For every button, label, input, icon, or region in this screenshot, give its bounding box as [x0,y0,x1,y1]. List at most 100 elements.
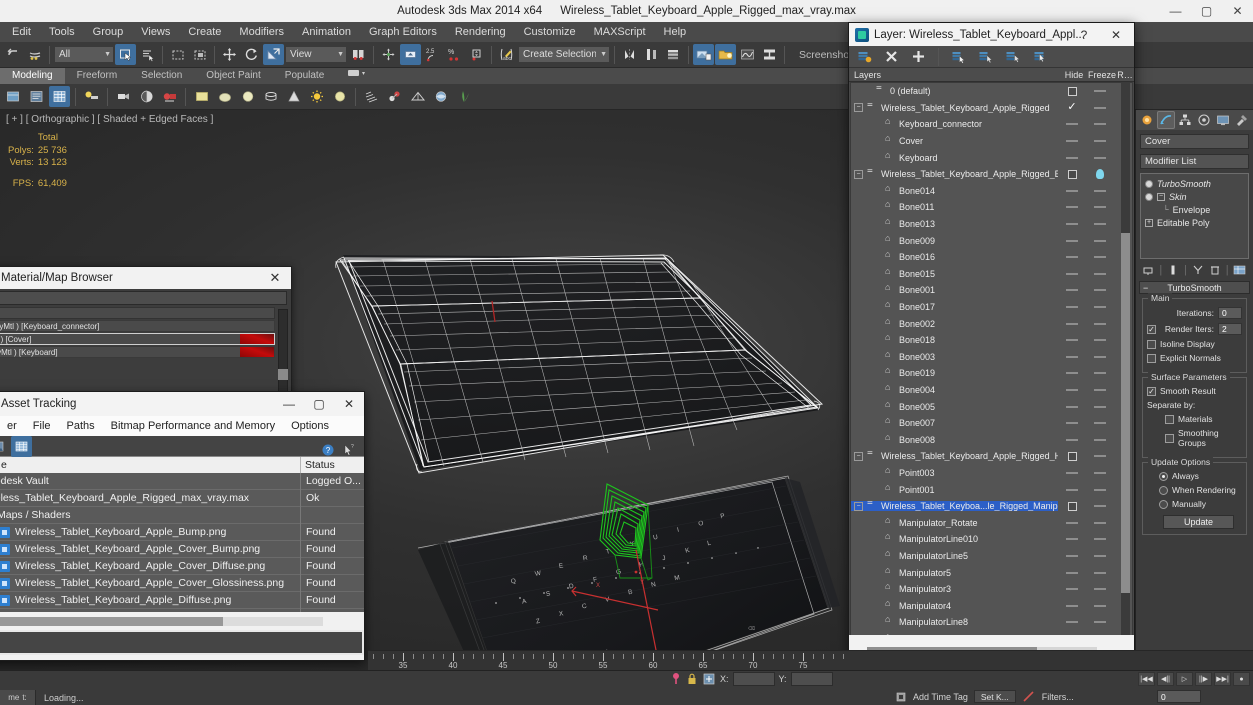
smoothing-groups-checkbox[interactable] [1165,433,1174,443]
hide-cell[interactable] [1058,538,1086,541]
hide-dash[interactable] [1066,206,1078,209]
modifier-enable-icon[interactable] [1145,192,1153,201]
hide-checkbox[interactable] [1067,501,1077,511]
freeze-cell[interactable] [1086,223,1114,226]
layer-row[interactable]: ManipulatorLine5 [851,548,1132,565]
tab-modify[interactable] [1157,111,1175,129]
asset-menu-er[interactable]: er [0,420,25,432]
freeze-cell[interactable] [1086,438,1114,441]
hide-dash[interactable] [1066,123,1078,126]
ribbon-tab-selection[interactable]: Selection [129,68,194,84]
create-new-layer-icon[interactable] [854,46,875,67]
highlight-selected-objects-icon[interactable] [975,46,996,67]
freeze-cell[interactable] [1086,206,1114,209]
tab-display[interactable] [1214,111,1232,129]
freeze-cell[interactable] [1086,123,1114,126]
hide-dash[interactable] [1066,306,1078,309]
freeze-dash[interactable] [1094,372,1106,375]
lights-icon[interactable] [81,86,102,107]
material-list-item[interactable]: ver ( VRayMtl ) [Cover] [0,333,275,345]
hide-cell[interactable] [1058,156,1086,159]
key-mode-icon[interactable] [670,672,682,686]
tab-motion[interactable] [1195,111,1213,129]
turbosmooth-rollup[interactable]: − TurboSmooth Main Iterations: 0 ✓ Rende… [1139,281,1250,535]
layer-row[interactable]: 0 (default) [851,83,1132,100]
layer-row[interactable]: Manipulator5 [851,564,1132,581]
hide-dash[interactable] [1066,571,1078,574]
asset-menu-options[interactable]: Options [283,420,337,432]
freeze-dash[interactable] [1094,272,1106,275]
freeze-cell[interactable] [1086,488,1114,491]
hide-cell[interactable] [1058,272,1086,275]
asset-row[interactable]: 3Wireless_Tablet_Keyboard_Apple_Rigged_m… [0,489,364,507]
freeze-cell[interactable] [1086,239,1114,242]
material-browser-scrollbar[interactable] [278,309,288,394]
maximize-button[interactable]: ▢ [304,392,334,416]
hide-cell[interactable] [1058,604,1086,607]
layer-row[interactable]: − Wireless_Tablet_Keyboard_Apple_Rigged_B… [851,166,1132,183]
align-icon[interactable] [641,44,662,65]
layer-row[interactable]: Bone008 [851,431,1132,448]
materials-checkbox[interactable] [1165,414,1174,424]
asset-tracking-hscroll-thumb[interactable] [0,617,223,626]
object-name-field[interactable]: Cover [1140,134,1249,149]
layer-row[interactable]: ManipulatorLine010 [851,531,1132,548]
freeze-cell[interactable] [1086,372,1114,375]
hide-cell[interactable] [1058,355,1086,358]
hide-cell[interactable] [1058,451,1086,461]
freeze-cell[interactable] [1086,422,1114,425]
x-field[interactable] [732,672,775,686]
select-and-manipulate-icon[interactable] [378,44,399,65]
column-header-freeze[interactable]: Freeze [1088,70,1116,80]
layer-row[interactable]: ManipulatorLine8 [851,614,1132,631]
hide-dash[interactable] [1066,140,1078,143]
update-option-radio[interactable] [1159,485,1168,495]
tab-create[interactable] [1138,111,1156,129]
explicit-normals-checkbox[interactable] [1147,353,1156,363]
hide-dash[interactable] [1066,621,1078,624]
select-layer-objects-icon[interactable] [948,46,969,67]
menu-item-rendering[interactable]: Rendering [446,22,515,42]
edit-named-selection-sets-icon[interactable]: abc [496,44,517,65]
freeze-dash[interactable] [1094,306,1106,309]
expand-collapse-icon[interactable]: − [854,501,863,511]
freeze-dash[interactable] [1094,505,1106,508]
help-button[interactable]: ? [1068,23,1100,46]
hide-dash[interactable] [1066,372,1078,375]
grid-panel-icon[interactable] [49,86,70,107]
maximize-button[interactable]: ▢ [1191,0,1222,22]
asset-row[interactable]: Wireless_Tablet_Keyboard_Apple_Cover_Dif… [0,557,364,575]
hide-dash[interactable] [1066,223,1078,226]
hide-checkbox[interactable] [1067,451,1077,461]
asset-row[interactable]: Autodesk Vault Logged O... [0,472,364,490]
key-mode-toggle-icon[interactable]: ● [1233,672,1250,686]
hide-cell[interactable] [1058,588,1086,591]
tab-hierarchy[interactable] [1176,111,1194,129]
freeze-cell[interactable] [1086,538,1114,541]
asset-menu-file[interactable]: File [25,420,59,432]
hide-cell[interactable] [1058,339,1086,342]
rectangular-select-region-icon[interactable] [167,44,188,65]
hide-cell[interactable] [1058,372,1086,375]
modifier-stack-item[interactable]: TurboSmooth [1141,177,1248,190]
hide-dash[interactable] [1066,388,1078,391]
menu-item-customize[interactable]: Customize [515,22,585,42]
make-unique-icon[interactable] [1192,264,1204,276]
tube-primitive-icon[interactable] [260,86,281,107]
collapse-icon[interactable]: − [1157,192,1165,201]
cylinder-primitive-icon[interactable] [237,86,258,107]
hide-dash[interactable] [1066,289,1078,292]
next-frame-icon[interactable]: ||▶ [1195,672,1212,686]
layer-list[interactable]: 0 (default) − Wireless_Tablet_Keyboard_App… [850,82,1133,658]
add-time-tag-label[interactable]: Add Time Tag [913,692,968,702]
layer-row[interactable]: − Wireless_Tablet_Keyboard_Apple_Rigged_H… [851,448,1132,465]
schematic-view-icon[interactable] [759,44,780,65]
smooth-result-checkbox[interactable]: ✓ [1147,386,1156,396]
foliage-icon[interactable] [453,86,474,107]
render-setup-icon[interactable] [159,86,180,107]
angle-snap-toggle-icon[interactable]: 2.5 [422,44,443,65]
hide-cell[interactable] [1058,571,1086,574]
freeze-cell[interactable] [1086,156,1114,159]
update-option-row[interactable]: When Rendering [1147,485,1242,495]
layer-row[interactable]: − Wireless_Tablet_Keyboa...le_Rigged_Mani… [851,498,1132,515]
